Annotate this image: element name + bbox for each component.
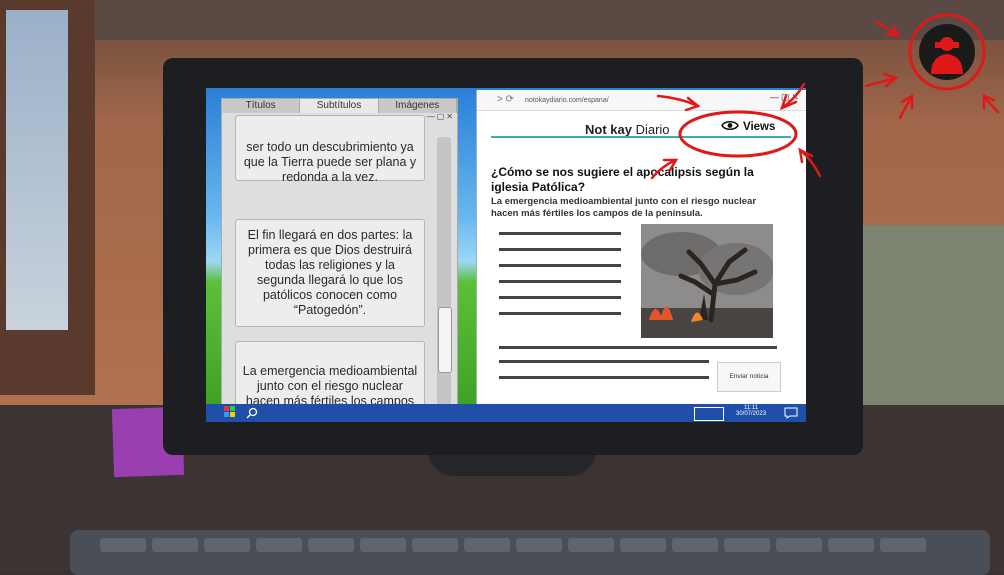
scrollbar-thumb[interactable] (438, 307, 452, 373)
room-ceiling (0, 0, 1004, 40)
views-button[interactable]: Views (721, 120, 775, 134)
header-divider (491, 136, 791, 138)
browser-toolbar: > ⟳ notokaydiario.com/espana/ —▢✕ (477, 90, 806, 111)
room-right-wall (844, 225, 1004, 410)
taskbar-clock: 11:11 30/07/2023 (736, 405, 766, 417)
tab-subtitulos[interactable]: Subtítulos (300, 99, 379, 113)
keyboard (70, 530, 990, 575)
site-logo-bold: Not kay (585, 122, 632, 137)
views-label: Views (743, 121, 776, 133)
profile-alert-button[interactable] (907, 12, 987, 92)
desktop-screen: Títulos Subtítulos Imágenes —▢✕ ser todo… (206, 88, 806, 422)
subtitle-card[interactable]: La emergencia medioambiental junto con e… (235, 341, 425, 411)
taskbar: 11:11 30/07/2023 (206, 404, 806, 422)
text-placeholder-line (499, 360, 709, 363)
send-news-button[interactable]: Enviar noticia (717, 362, 781, 392)
article-headline: ¿Cómo se nos sugiere el apocalipsis segú… (491, 165, 754, 194)
site-logo-rest: Diario (631, 122, 670, 137)
tab-titulos[interactable]: Títulos (222, 99, 301, 113)
subtitle-card[interactable]: El fin llegará en dos partes: la primera… (235, 219, 425, 327)
text-placeholder-line (499, 296, 621, 299)
room-window (0, 0, 95, 395)
subtitle-card[interactable]: ser todo un descubrimiento ya que la Tie… (235, 115, 425, 184)
article-summary: La emergencia medioambiental junto con e… (491, 196, 757, 219)
browser-window: > ⟳ notokaydiario.com/espana/ —▢✕ Not ka… (476, 90, 806, 404)
monitor: Títulos Subtítulos Imágenes —▢✕ ser todo… (163, 58, 863, 455)
user-alert-icon (908, 13, 986, 91)
url-field[interactable]: notokaydiario.com/espana/ (525, 97, 609, 104)
text-placeholder-line (499, 312, 621, 315)
tab-imagenes[interactable]: Imágenes (379, 99, 457, 113)
network-icon[interactable] (694, 407, 724, 421)
text-placeholder-line (499, 280, 621, 283)
subtitles-panel: Títulos Subtítulos Imágenes —▢✕ ser todo… (221, 98, 458, 412)
start-icon[interactable] (224, 406, 236, 420)
eye-icon (721, 120, 739, 134)
site-logo: Not kay Diario (585, 122, 670, 137)
panel-tabs: Títulos Subtítulos Imágenes (222, 99, 457, 113)
clock-date: 30/07/2023 (736, 411, 767, 417)
browser-nav-buttons[interactable]: > ⟳ (497, 94, 514, 105)
text-placeholder-line (499, 346, 777, 349)
browser-window-controls[interactable]: —▢✕ (770, 92, 801, 103)
notification-icon[interactable] (784, 407, 798, 421)
text-placeholder-line (499, 264, 621, 267)
text-placeholder-line (499, 376, 709, 379)
panel-window-controls[interactable]: —▢✕ (427, 112, 455, 121)
article-image (641, 224, 773, 338)
text-placeholder-line (499, 232, 621, 235)
panel-scrollbar[interactable] (437, 137, 452, 407)
text-placeholder-line (499, 248, 621, 251)
window-glass (6, 10, 68, 330)
search-icon[interactable] (246, 407, 258, 421)
